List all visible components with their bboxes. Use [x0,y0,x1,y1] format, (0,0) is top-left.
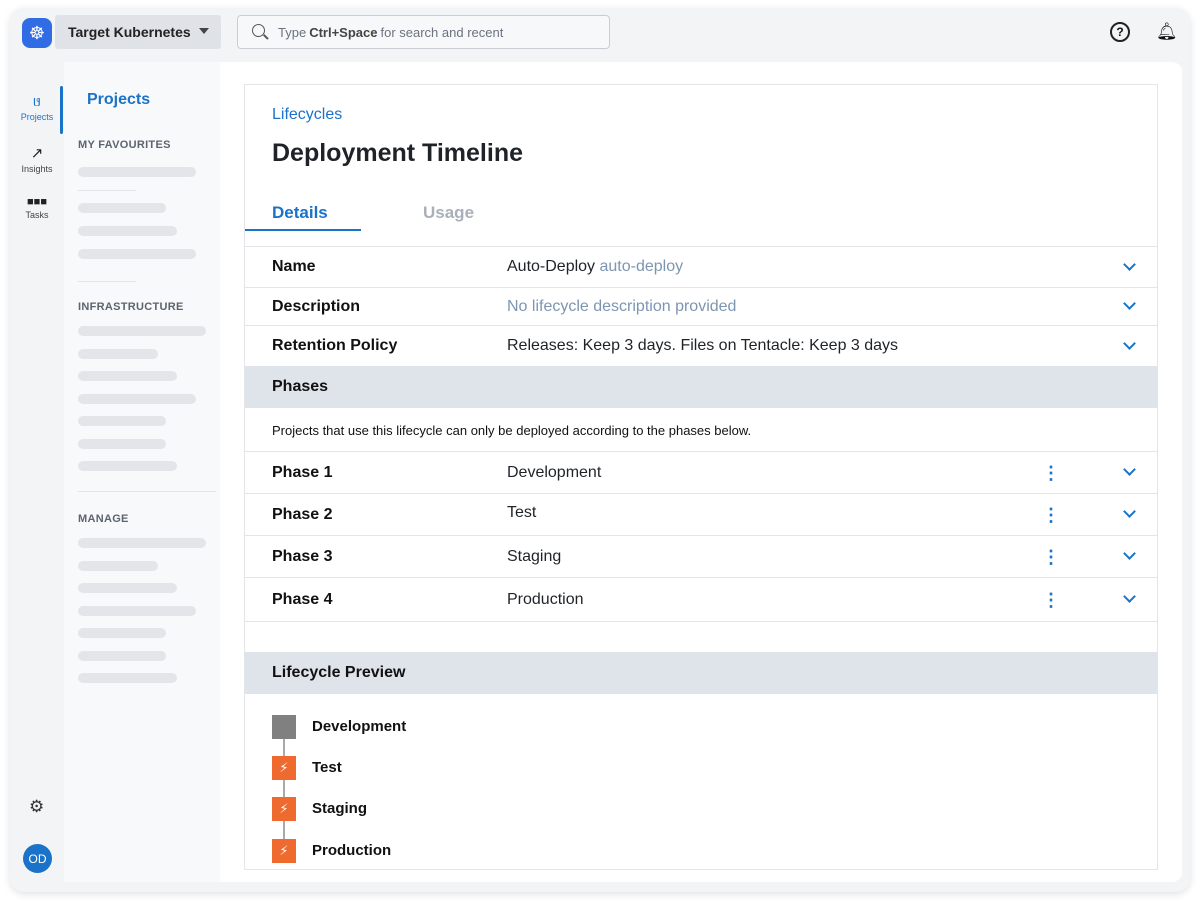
placeholder [78,249,196,259]
field-value: Auto-Deploy auto-deploy [507,258,683,276]
placeholder [78,203,166,213]
preview-phase-label: Development [312,718,407,735]
chevron-down-icon[interactable] [1123,590,1136,603]
lightning-icon: ⚡︎ [272,756,296,780]
field-value: No lifecycle description provided [507,297,737,315]
phase-name: Test [507,503,537,521]
rail-projects[interactable]: ᥳ Projects [12,93,62,122]
field-value: Releases: Keep 3 days. Files on Tentacle… [507,337,899,354]
placeholder [78,461,177,471]
preview-phase-label: Staging [312,800,367,817]
phase-row[interactable]: Phase 2 Test ⋮ [245,494,1157,536]
phase-row[interactable]: Phase 3 Staging ⋮ [245,536,1157,578]
placeholder [78,561,158,571]
chevron-down-icon[interactable] [1123,257,1136,271]
space-name: Target Kubernetes [68,24,191,40]
preview-phase-label: Test [312,759,342,776]
divider [78,491,216,492]
rail-label: Insights [21,164,53,174]
search-icon [252,24,265,37]
tasks-icon: ■■■ [27,196,47,208]
phase-label: Phase 1 [272,463,333,481]
space-selector[interactable]: Target Kubernetes [55,15,221,49]
placeholder [78,628,166,638]
search-input[interactable]: Type Ctrl+Space for search and recent [237,15,610,49]
lightning-icon: ⚡︎ [272,797,296,821]
placeholder [78,439,166,449]
kubernetes-logo-icon[interactable]: ☸ [22,18,52,48]
phase-row[interactable]: Phase 4 Production ⋮ [245,578,1157,622]
more-menu-icon[interactable]: ⋮ [1042,464,1060,482]
search-shortcut: Ctrl+Space [309,24,378,40]
lightning-icon: ⚡︎ [272,839,296,863]
page-title: Deployment Timeline [272,139,523,167]
placeholder [78,371,177,381]
settings-icon[interactable]: ⚙ [29,797,44,817]
phase-label: Phase 3 [272,547,333,565]
phase-name: Development [507,463,602,481]
phases-note: Projects that use this lifecycle can onl… [272,423,752,438]
placeholder [78,349,158,359]
phase-status-icon [272,715,296,739]
breadcrumb[interactable]: Lifecycles [272,106,342,124]
active-tab-underline [245,229,361,231]
field-label: Description [272,297,361,315]
lifecycle-preview-header: Lifecycle Preview [245,652,1157,694]
phase-label: Phase 4 [272,590,333,608]
sidebar-section-favourites: MY FAVOURITES [78,139,171,151]
name-value: Auto-Deploy [507,258,596,275]
chevron-down-icon[interactable] [1123,547,1136,560]
chevron-down-icon[interactable] [1123,463,1136,476]
placeholder [78,538,206,548]
field-label: Retention Policy [272,337,398,354]
phases-header: Phases [245,366,1157,408]
placeholder [78,583,177,593]
placeholder [78,673,177,683]
chevron-down-icon[interactable] [1123,297,1136,310]
bell-icon[interactable]: 🔔︎ [1156,22,1178,42]
placeholder [78,167,196,177]
name-slug: auto-deploy [599,258,684,275]
placeholder [78,606,196,616]
phase-row[interactable]: Phase 1 Development ⋮ [245,452,1157,494]
sidebar [64,62,220,882]
sidebar-section-manage: MANAGE [78,513,129,525]
search-hint: Type [278,24,307,40]
placeholder [78,326,206,336]
name-row[interactable]: Name Auto-Deploy auto-deploy [245,247,1157,288]
placeholder [78,416,166,426]
preview-phase-label: Production [312,842,392,859]
divider [78,190,136,191]
phase-label: Phase 2 [272,505,333,523]
rail-tasks[interactable]: ■■■ Tasks [12,196,62,220]
chevron-down-icon[interactable] [1123,505,1136,518]
retention-row[interactable]: Retention Policy Releases: Keep 3 days. F… [245,326,1157,366]
caret-down-icon [199,28,209,34]
placeholder [78,226,177,236]
field-label: Name [272,258,316,275]
divider [78,281,136,282]
sidebar-section-infrastructure: INFRASTRUCTURE [78,301,184,313]
search-hint-suffix: for search and recent [380,24,504,40]
tab-details[interactable]: Details [272,203,328,223]
projects-icon: ᥳ [33,93,41,110]
phase-name: Production [507,590,584,608]
rail-insights[interactable]: ↗ Insights [12,144,62,174]
help-icon[interactable]: ? [1110,22,1130,42]
description-row[interactable]: Description No lifecycle description prov… [245,288,1157,326]
chart-icon: ↗ [30,145,44,162]
more-menu-icon[interactable]: ⋮ [1042,548,1060,566]
more-menu-icon[interactable]: ⋮ [1042,591,1060,609]
rail-label: Tasks [25,210,49,220]
tab-usage[interactable]: Usage [423,203,474,223]
placeholder [78,651,166,661]
phase-name: Staging [507,547,562,565]
rail-label: Projects [20,112,54,122]
more-menu-icon[interactable]: ⋮ [1042,506,1060,524]
chevron-down-icon[interactable] [1123,336,1136,350]
placeholder [78,394,196,404]
sidebar-title: Projects [87,91,151,108]
avatar[interactable]: OD [23,844,52,873]
